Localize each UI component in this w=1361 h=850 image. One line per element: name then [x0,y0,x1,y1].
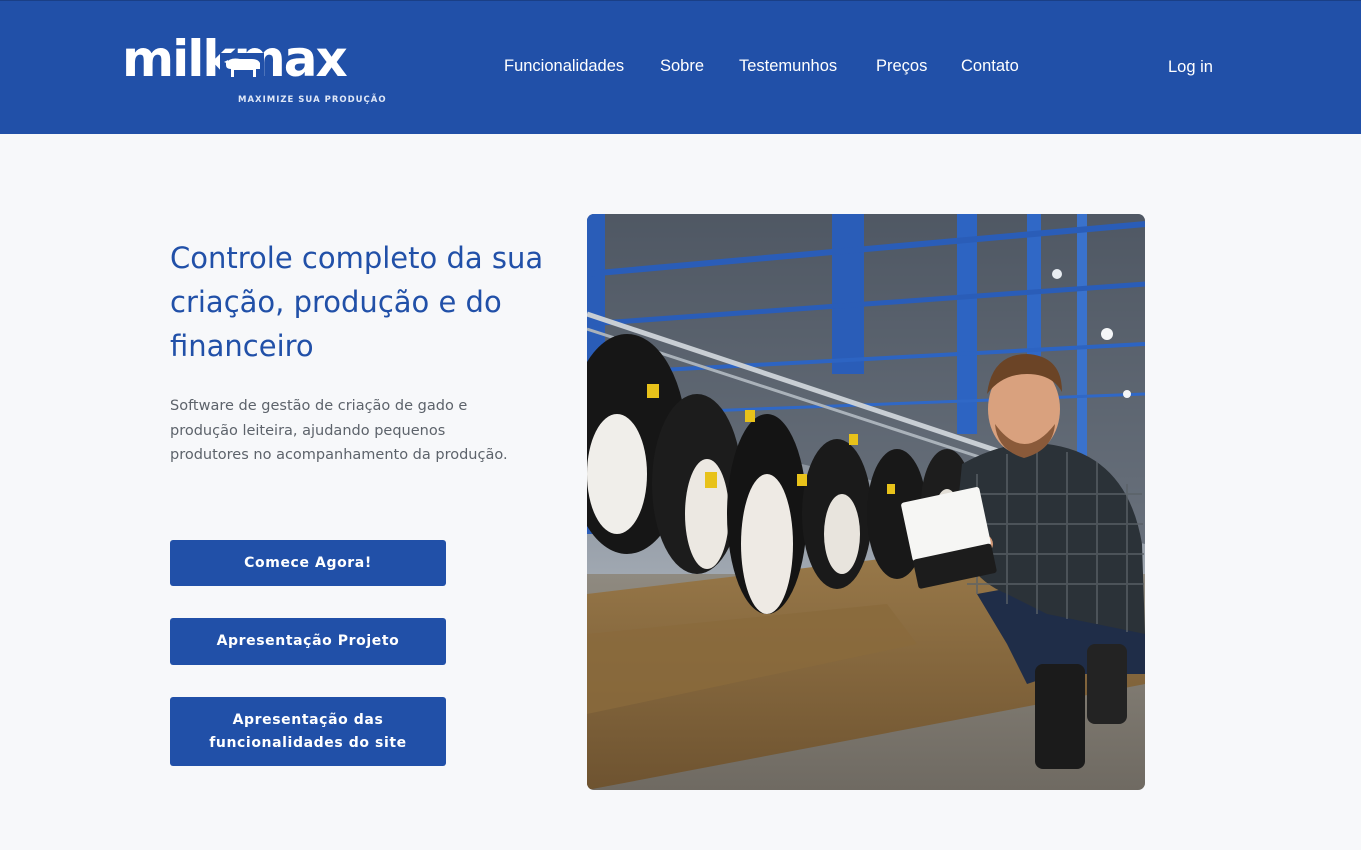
nav-precos[interactable]: Preços [876,57,927,76]
nav-testemunhos[interactable]: Testemunhos [739,57,837,76]
nav-funcionalidades[interactable]: Funcionalidades [504,57,624,76]
project-presentation-button[interactable]: Apresentação Projeto [170,618,446,665]
hero-title: Controle completo da sua criação, produç… [170,241,544,363]
logo-tagline: MAXIMIZE SUA PRODUÇÃO [238,95,387,105]
nav-sobre[interactable]: Sobre [660,57,704,76]
nav-contato[interactable]: Contato [961,57,1019,76]
hero-description: Software de gestão de criação de gado e … [170,398,508,464]
start-now-button[interactable]: Comece Agora! [170,540,446,586]
login-link[interactable]: Log in [1168,58,1213,77]
main-navigation: Funcionalidades Sobre Testemunhos Preços… [0,57,1361,79]
farmer-barn-illustration [587,214,1145,790]
site-header: milkmax MAXIMIZE SUA PRODUÇÃO Funcionali… [0,0,1361,134]
hero-photo [587,214,1145,790]
features-presentation-button[interactable]: Apresentação das funcionalidades do site [170,697,446,766]
